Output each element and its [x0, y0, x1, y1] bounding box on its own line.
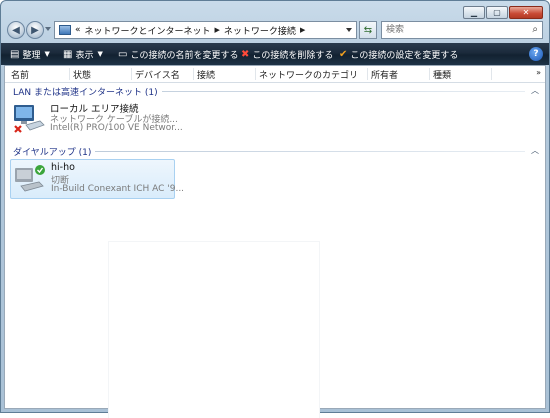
delete-connection-label: この接続を削除する [252, 50, 334, 61]
breadcrumb-separator-icon[interactable]: ▶ [300, 26, 305, 34]
chevron-down-icon: ▼ [97, 50, 103, 58]
forward-button[interactable]: ▶ [26, 21, 44, 39]
search-input[interactable] [386, 23, 516, 37]
column-header-name[interactable]: 名前 [11, 68, 70, 81]
caption-buttons: ▁ ▢ ✕ [463, 6, 543, 19]
collapse-icon[interactable]: ︿ [531, 145, 539, 156]
column-header-status[interactable]: 状態 [73, 68, 132, 81]
organize-icon: ▤ [10, 48, 20, 60]
maximize-button[interactable]: ▢ [486, 6, 508, 19]
chevron-down-icon: ▼ [44, 50, 50, 58]
refresh-button[interactable]: ⇆ [359, 21, 377, 39]
window: ▁ ▢ ✕ ◀ ▶ « ネットワークとインターネット ▶ ネットワーク接続 ▶ … [0, 0, 550, 418]
drag-ghost-area [109, 242, 319, 418]
group-title: LAN または高速インターネット (1) [13, 85, 162, 98]
rename-connection-label: この接続の名前を変更する [130, 50, 239, 61]
breadcrumb-overflow[interactable]: « [75, 25, 81, 35]
views-icon: ▦ [63, 48, 73, 60]
network-folder-icon [59, 25, 71, 35]
group-title: ダイヤルアップ (1) [13, 145, 96, 158]
change-settings-label: この接続の設定を変更する [350, 50, 459, 61]
column-header-type[interactable]: 種類 [433, 68, 492, 81]
column-header-connection[interactable]: 接続 [197, 68, 256, 81]
column-headers: 名前 状態 デバイス名 接続 ネットワークのカテゴリ 所有者 種類 » [5, 66, 545, 83]
lan-adapter-icon [14, 105, 45, 133]
back-arrow-icon: ◀ [12, 24, 20, 36]
minimize-button[interactable]: ▁ [463, 6, 485, 19]
collapse-icon[interactable]: ︿ [531, 85, 539, 96]
command-bar: ▤ 整理 ▼ ▦ 表示 ▼ ▭ この接続の名前を変更する ✖ この接続を削除する… [1, 43, 549, 65]
connection-item-hi-ho[interactable]: hi-ho 切断 In-Build Conexant ICH AC '9... [10, 159, 184, 199]
dialup-modem-icon [15, 165, 45, 192]
organize-button[interactable]: ▤ 整理 ▼ [10, 43, 50, 65]
column-header-device-name[interactable]: デバイス名 [135, 68, 194, 81]
search-icon[interactable]: ⌕ [532, 24, 538, 35]
checkmark-icon: ✔ [339, 48, 348, 60]
more-columns-icon[interactable]: » [536, 68, 541, 77]
title-bar: ▁ ▢ ✕ [1, 1, 549, 21]
navigation-bar: ◀ ▶ « ネットワークとインターネット ▶ ネットワーク接続 ▶ ⇆ ⌕ [1, 19, 549, 41]
breadcrumb-separator-icon[interactable]: ▶ [215, 26, 220, 34]
search-box[interactable]: ⌕ [381, 21, 543, 39]
recent-pages-dropdown[interactable] [45, 27, 51, 31]
group-header-lan[interactable]: LAN または高速インターネット (1) ︿ [5, 84, 545, 98]
change-settings-button[interactable]: ✔ この接続の設定を変更する [339, 43, 458, 65]
column-header-owner[interactable]: 所有者 [371, 68, 430, 81]
rename-icon: ▭ [118, 48, 128, 60]
help-icon[interactable]: ? [529, 47, 543, 61]
connection-device: In-Build Conexant ICH AC '9... [51, 184, 185, 194]
address-bar[interactable]: « ネットワークとインターネット ▶ ネットワーク接続 ▶ [54, 21, 357, 39]
file-list: 名前 状態 デバイス名 接続 ネットワークのカテゴリ 所有者 種類 » LAN … [4, 65, 546, 418]
address-dropdown-icon[interactable] [346, 28, 352, 32]
breadcrumb-network-connections[interactable]: ネットワーク接続 [224, 24, 296, 37]
connection-name: hi-ho [51, 162, 75, 173]
back-button[interactable]: ◀ [7, 21, 25, 39]
close-button[interactable]: ✕ [509, 6, 543, 19]
forward-arrow-icon: ▶ [31, 24, 39, 36]
connection-item-local-area[interactable]: ローカル エリア接続 ネットワーク ケーブルが接続... Intel(R) PR… [10, 99, 183, 139]
column-header-network-category[interactable]: ネットワークのカテゴリ [259, 68, 368, 81]
organize-label: 整理 [22, 50, 41, 61]
views-button[interactable]: ▦ 表示 ▼ [63, 43, 103, 65]
group-header-dialup[interactable]: ダイヤルアップ (1) ︿ [5, 144, 545, 158]
rename-connection-button[interactable]: ▭ この接続の名前を変更する [118, 43, 238, 65]
breadcrumb-network-and-internet[interactable]: ネットワークとインターネット [85, 24, 211, 37]
connection-device: Intel(R) PRO/100 VE Networ... [50, 123, 183, 133]
views-label: 表示 [75, 50, 94, 61]
delete-connection-button[interactable]: ✖ この接続を削除する [241, 43, 333, 65]
refresh-icon: ⇆ [363, 24, 373, 36]
delete-icon: ✖ [241, 48, 250, 60]
